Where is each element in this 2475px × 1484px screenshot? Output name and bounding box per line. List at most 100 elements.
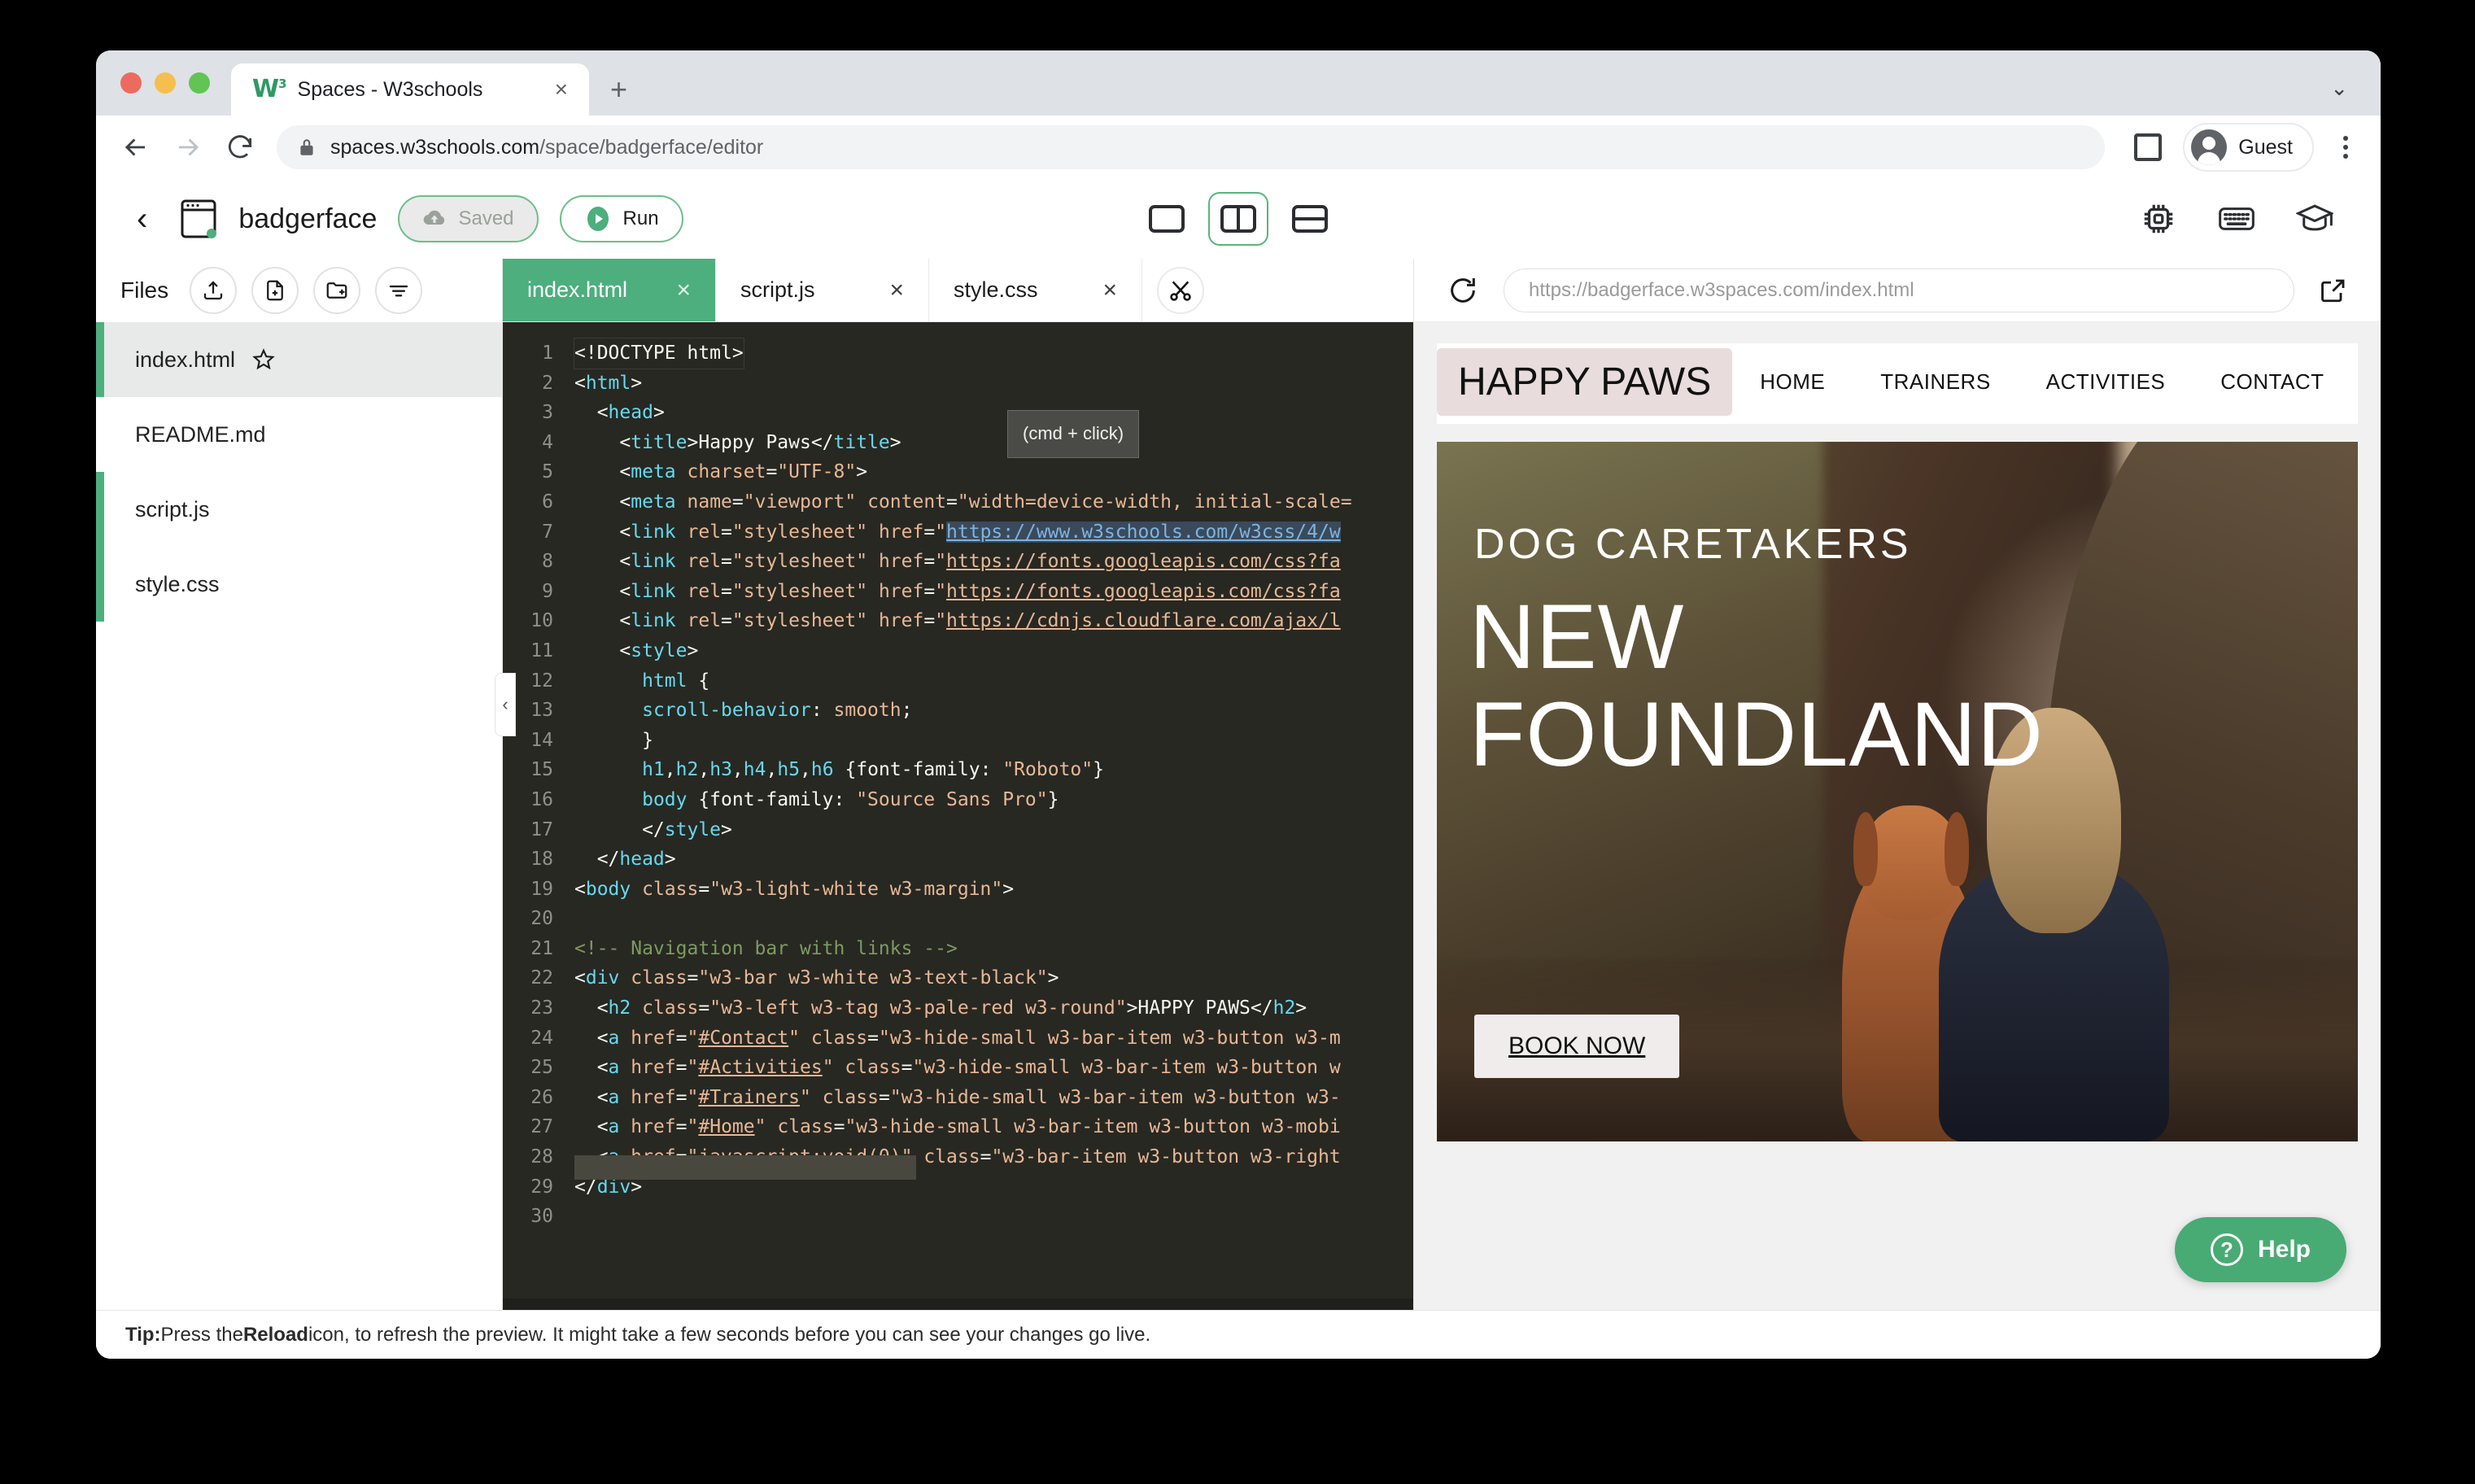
workspace: Files xyxy=(96,259,2381,1310)
snippets-button[interactable] xyxy=(1157,267,1204,314)
file-item-index-html[interactable]: index.html xyxy=(96,322,502,397)
close-icon[interactable]: × xyxy=(550,78,573,101)
line-number: 19 xyxy=(503,875,574,905)
line-number: 28 xyxy=(503,1142,574,1172)
new-file-icon xyxy=(263,278,287,303)
code-line: <meta name="viewport" content="width=dev… xyxy=(574,487,1352,517)
tab-script-js[interactable]: script.js × xyxy=(716,259,929,321)
close-window-button[interactable] xyxy=(120,72,142,94)
code-line: <!DOCTYPE html> xyxy=(574,338,744,369)
file-item-script-js[interactable]: script.js xyxy=(96,472,502,547)
site-nav-home[interactable]: HOME xyxy=(1732,369,1853,395)
line-number: 22 xyxy=(503,963,574,993)
horizontal-scrollbar[interactable] xyxy=(503,1298,1413,1310)
open-external-icon[interactable] xyxy=(2319,276,2348,305)
code-canvas[interactable]: 1<!DOCTYPE html> 2<html> 3 <head> 4 <tit… xyxy=(503,322,1413,1310)
question-mark-icon: ? xyxy=(2211,1233,2243,1266)
file-item-readme-md[interactable]: README.md xyxy=(96,397,502,472)
files-header: Files xyxy=(96,259,502,322)
site-nav-contact[interactable]: CONTACT xyxy=(2193,369,2351,395)
chevron-down-icon[interactable]: ⌄ xyxy=(2330,76,2348,101)
url-bar[interactable]: spaces.w3schools.com/space/badgerface/ed… xyxy=(277,125,2105,169)
tab-label: index.html xyxy=(527,277,627,303)
upload-button[interactable] xyxy=(190,267,237,314)
run-label: Run xyxy=(623,207,659,230)
hero-title: NEW FOUNDLAND xyxy=(1469,588,2044,783)
hero-kicker: DOG CARETAKERS xyxy=(1474,520,1912,569)
browser-menu-icon[interactable] xyxy=(2335,131,2356,164)
browser-tab[interactable]: W3 Spaces - W3schools × xyxy=(231,63,589,116)
play-icon xyxy=(584,205,612,233)
file-status-marker xyxy=(96,397,104,472)
close-icon[interactable]: × xyxy=(676,278,691,303)
book-now-button[interactable]: BOOK NOW xyxy=(1474,1015,1679,1078)
code-line: <link rel="stylesheet" href="https://www… xyxy=(574,517,1341,548)
profile-chip[interactable]: Guest xyxy=(2183,123,2314,172)
line-number: 1 xyxy=(503,338,574,369)
line-number: 21 xyxy=(503,934,574,964)
line-number: 11 xyxy=(503,636,574,666)
file-item-style-css[interactable]: style.css xyxy=(96,547,502,622)
line-number: 16 xyxy=(503,785,574,815)
files-list: index.html README.md script.js xyxy=(96,322,502,622)
reload-icon[interactable] xyxy=(1447,274,1479,307)
browser-tab-title: Spaces - W3schools xyxy=(298,78,539,102)
browser-address-bar: spaces.w3schools.com/space/badgerface/ed… xyxy=(96,116,2381,179)
run-button[interactable]: Run xyxy=(560,195,683,242)
line-number: 20 xyxy=(503,904,574,934)
close-icon[interactable]: × xyxy=(889,278,904,303)
app-toolbar-right xyxy=(2140,200,2351,238)
site-navbar: HAPPY PAWS HOME TRAINERS ACTIVITIES CONT… xyxy=(1437,343,2358,424)
chip-icon[interactable] xyxy=(2140,200,2177,238)
line-number: 15 xyxy=(503,755,574,785)
tip-strong: Reload xyxy=(243,1324,308,1347)
tab-style-css[interactable]: style.css × xyxy=(929,259,1142,321)
tab-index-html[interactable]: index.html × xyxy=(503,259,716,321)
help-button[interactable]: ? Help xyxy=(2175,1217,2346,1282)
site-nav-activities[interactable]: ACTIVITIES xyxy=(2019,369,2193,395)
tab-label: script.js xyxy=(740,277,815,303)
profile-label: Guest xyxy=(2238,136,2293,159)
code-line: <link rel="stylesheet" href="https://cdn… xyxy=(574,606,1341,636)
files-title: Files xyxy=(120,277,168,303)
url-host: spaces.w3schools.com xyxy=(330,136,539,159)
maximize-window-button[interactable] xyxy=(189,72,210,94)
line-number: 29 xyxy=(503,1172,574,1202)
code-line: <a href="#Home" class="w3-hide-small w3-… xyxy=(574,1112,1341,1142)
scissors-icon xyxy=(1168,277,1194,303)
saved-button[interactable]: Saved xyxy=(398,195,538,242)
layout-toggle-group xyxy=(1137,192,1340,246)
new-file-button[interactable] xyxy=(251,267,299,314)
layout-split-horizontal-button[interactable] xyxy=(1280,192,1340,246)
line-number: 7 xyxy=(503,517,574,548)
site-nav-trainers[interactable]: TRAINERS xyxy=(1853,369,2018,395)
side-panel-icon[interactable] xyxy=(2134,133,2162,161)
back-icon[interactable] xyxy=(120,132,151,163)
forward-icon[interactable] xyxy=(172,132,203,163)
collapse-sidebar-handle[interactable]: ‹ xyxy=(495,673,516,736)
tip-text-2: icon, to refresh the preview. It might t… xyxy=(308,1324,1150,1347)
tip-prefix: Tip: xyxy=(125,1324,161,1347)
close-icon[interactable]: × xyxy=(1102,278,1117,303)
saved-label: Saved xyxy=(458,207,513,230)
reload-icon[interactable] xyxy=(225,132,255,163)
star-icon[interactable] xyxy=(251,347,276,372)
preview-url-field[interactable]: https://badgerface.w3spaces.com/index.ht… xyxy=(1504,268,2294,312)
line-number: 2 xyxy=(503,369,574,399)
browser-toolbar-right: Guest xyxy=(2134,123,2356,172)
layout-split-vertical-button[interactable] xyxy=(1208,192,1268,246)
layout-single-button[interactable] xyxy=(1137,192,1197,246)
new-folder-button[interactable] xyxy=(313,267,360,314)
keyboard-icon[interactable] xyxy=(2218,200,2255,238)
minimize-window-button[interactable] xyxy=(155,72,176,94)
line-number: 6 xyxy=(503,487,574,517)
line-number: 4 xyxy=(503,428,574,458)
filter-button[interactable] xyxy=(375,267,422,314)
new-folder-icon xyxy=(325,278,349,303)
hero-title-line-1: NEW xyxy=(1469,588,2044,686)
graduation-cap-icon[interactable] xyxy=(2296,200,2333,238)
code-line: <meta charset="UTF-8"> xyxy=(574,457,867,487)
back-button[interactable]: ‹ xyxy=(125,203,159,235)
new-tab-button[interactable]: + xyxy=(610,75,627,104)
code-line: <style> xyxy=(574,636,698,666)
